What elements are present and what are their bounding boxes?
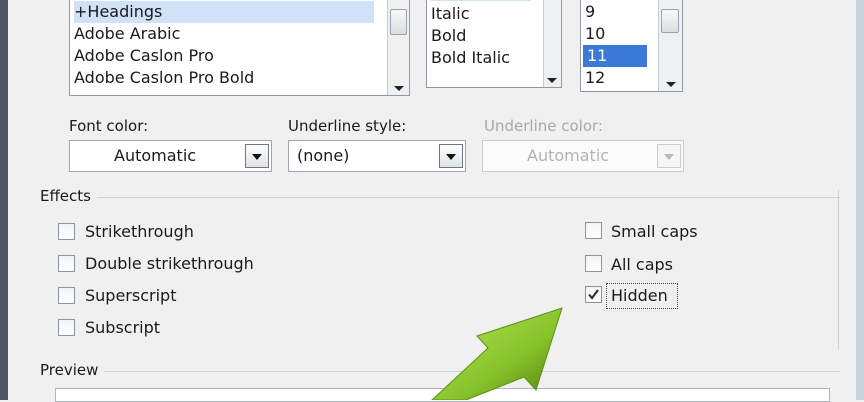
font-color-dropdown[interactable]: Automatic xyxy=(69,140,272,172)
underline-style-dropdown[interactable]: (none) xyxy=(288,140,466,172)
scrollbar-thumb[interactable] xyxy=(390,9,407,35)
all-caps-checkbox[interactable] xyxy=(585,255,602,272)
subscript-label[interactable]: Subscript xyxy=(85,318,160,337)
font-list-item[interactable]: Adobe Caslon Pro xyxy=(74,45,214,67)
font-size-item[interactable]: 10 xyxy=(585,23,605,45)
superscript-checkbox[interactable] xyxy=(58,287,75,304)
font-list[interactable]: +Headings Adobe Arabic Adobe Caslon Pro … xyxy=(69,0,410,96)
font-style-item[interactable] xyxy=(431,0,531,1)
scroll-down-arrow-icon[interactable] xyxy=(547,78,557,83)
font-style-item[interactable]: Bold Italic xyxy=(431,47,510,69)
strikethrough-label[interactable]: Strikethrough xyxy=(85,222,194,241)
strikethrough-checkbox[interactable] xyxy=(58,223,75,240)
double-strikethrough-checkbox[interactable] xyxy=(58,255,75,272)
effects-group-title: Effects xyxy=(40,187,97,205)
font-list-scrollbar[interactable] xyxy=(387,0,409,95)
font-size-item[interactable]: 9 xyxy=(585,1,595,23)
dropdown-button[interactable] xyxy=(439,144,463,168)
chevron-down-icon xyxy=(252,154,262,160)
effects-group-edge xyxy=(838,190,839,350)
font-size-item-selected[interactable]: 11 xyxy=(583,45,647,67)
green-arrow-pointer-icon xyxy=(431,307,563,400)
scroll-down-arrow-icon[interactable] xyxy=(666,82,676,87)
background-window-edge-right xyxy=(856,0,864,400)
font-size-scrollbar[interactable] xyxy=(658,0,682,91)
font-style-scrollbar[interactable] xyxy=(543,0,561,87)
font-color-value: Automatic xyxy=(114,146,197,165)
chevron-down-icon xyxy=(446,154,456,160)
dropdown-button[interactable] xyxy=(245,144,269,168)
small-caps-checkbox[interactable] xyxy=(585,222,602,239)
font-style-list[interactable]: Italic Bold Bold Italic xyxy=(426,0,562,88)
font-list-item[interactable]: +Headings xyxy=(74,1,374,23)
dropdown-button[interactable] xyxy=(657,144,681,168)
font-list-item[interactable]: Adobe Arabic xyxy=(74,23,180,45)
subscript-checkbox[interactable] xyxy=(58,319,75,336)
superscript-label[interactable]: Superscript xyxy=(85,286,176,305)
font-size-list[interactable]: 9 10 11 12 xyxy=(580,0,683,92)
all-caps-label[interactable]: All caps xyxy=(611,255,673,274)
underline-style-value: (none) xyxy=(297,146,350,165)
double-strikethrough-label[interactable]: Double strikethrough xyxy=(85,254,254,273)
underline-style-label: Underline style: xyxy=(288,117,407,135)
font-style-item[interactable]: Italic xyxy=(431,3,469,25)
font-list-item[interactable]: Adobe Caslon Pro Bold xyxy=(74,67,254,89)
font-style-item[interactable]: Bold xyxy=(431,25,466,47)
hidden-checkbox[interactable] xyxy=(585,286,602,303)
underline-color-value: Automatic xyxy=(527,146,610,165)
checkmark-icon xyxy=(588,289,599,300)
underline-color-dropdown[interactable]: Automatic xyxy=(482,140,684,172)
font-color-label: Font color: xyxy=(69,117,149,135)
small-caps-label[interactable]: Small caps xyxy=(611,222,698,241)
font-size-item[interactable]: 12 xyxy=(585,67,605,89)
chevron-down-icon xyxy=(664,154,674,160)
effects-group-divider xyxy=(40,197,840,198)
scroll-down-arrow-icon[interactable] xyxy=(394,86,404,91)
background-window-edge-left xyxy=(0,0,8,400)
hidden-label[interactable]: Hidden xyxy=(611,286,668,305)
underline-color-label: Underline color: xyxy=(484,117,603,135)
preview-group-title: Preview xyxy=(40,361,105,379)
scrollbar-thumb[interactable] xyxy=(661,9,679,33)
